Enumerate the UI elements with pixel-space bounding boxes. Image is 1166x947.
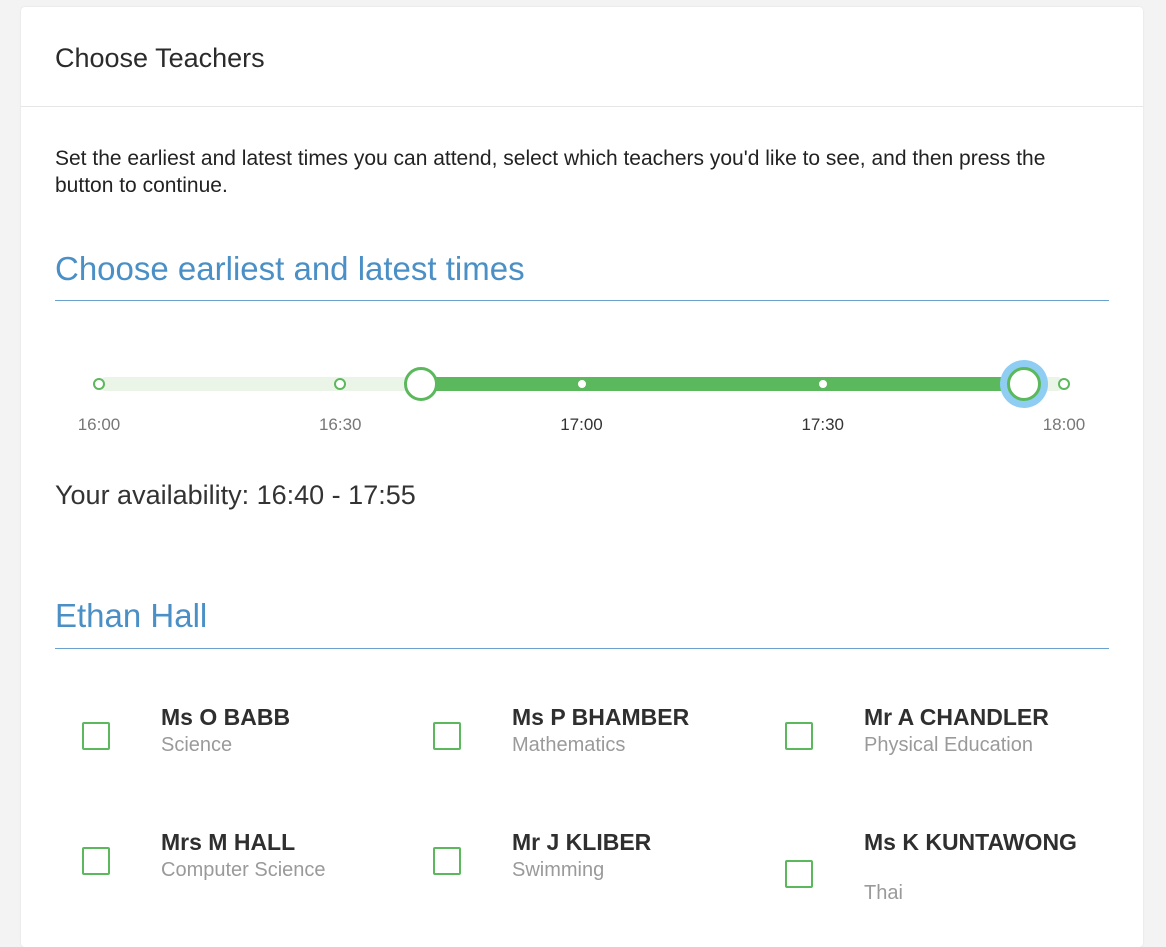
teacher-subject: Science bbox=[161, 734, 233, 756]
slider-tick-1730[interactable] bbox=[818, 380, 827, 388]
tick-label-1700: 17:00 bbox=[560, 415, 603, 434]
teacher-option[interactable]: Mrs M HALL Computer Science bbox=[82, 830, 402, 920]
slider-latest-handle[interactable] bbox=[1006, 367, 1041, 401]
teacher-option[interactable]: Ms K KUNTAWONG Thai bbox=[785, 830, 1105, 920]
time-range-slider[interactable]: 16:00 16:30 17:00 17:30 18:00 bbox=[21, 347, 1143, 457]
teacher-option[interactable]: Ms P BHAMBER Mathematics bbox=[433, 705, 753, 795]
teacher-subject: Computer Science bbox=[161, 859, 326, 881]
teacher-option[interactable]: Mr A CHANDLER Physical Education bbox=[785, 705, 1105, 795]
teacher-subject: Mathematics bbox=[512, 734, 626, 756]
slider-earliest-handle[interactable] bbox=[403, 367, 438, 401]
teacher-subject: Swimming bbox=[512, 859, 605, 881]
intro-text: Set the earliest and latest times you ca… bbox=[55, 147, 1046, 197]
card-header: Choose Teachers bbox=[21, 7, 1143, 107]
teacher-name: Ms O BABB bbox=[161, 704, 291, 730]
slider-tick-1600[interactable] bbox=[93, 378, 105, 390]
times-section-divider bbox=[55, 300, 1109, 301]
teacher-subject: Thai bbox=[864, 882, 903, 904]
teacher-checkbox[interactable] bbox=[82, 722, 110, 750]
teacher-option[interactable]: Ms O BABB Science bbox=[82, 705, 402, 795]
tick-label-1600: 16:00 bbox=[77, 415, 121, 434]
times-section-title: Choose earliest and latest times bbox=[55, 250, 525, 287]
teacher-checkbox[interactable] bbox=[433, 722, 461, 750]
tick-label-1630: 16:30 bbox=[318, 415, 362, 434]
teacher-subject: Physical Education bbox=[864, 734, 1033, 756]
slider-tick-1800[interactable] bbox=[1058, 378, 1070, 390]
teacher-checkbox[interactable] bbox=[433, 847, 461, 875]
teacher-name: Mr J KLIBER bbox=[512, 829, 652, 855]
teacher-name: Ms K KUNTAWONG bbox=[864, 829, 1077, 855]
teacher-name: Mrs M HALL bbox=[161, 829, 296, 855]
teacher-checkbox[interactable] bbox=[82, 847, 110, 875]
teacher-name: Mr A CHANDLER bbox=[864, 704, 1049, 730]
choose-teachers-card: Choose Teachers Set the earliest and lat… bbox=[21, 7, 1143, 947]
card-title: Choose Teachers bbox=[55, 43, 265, 73]
student-section-title: Ethan Hall bbox=[55, 597, 208, 634]
tick-label-1730: 17:30 bbox=[801, 415, 845, 434]
teacher-name: Ms P BHAMBER bbox=[512, 704, 690, 730]
teacher-checkbox[interactable] bbox=[785, 722, 813, 750]
teacher-checkbox[interactable] bbox=[785, 860, 813, 888]
availability-text: Your availability: 16:40 - 17:55 bbox=[55, 480, 416, 510]
tick-label-1800: 18:00 bbox=[1042, 415, 1086, 434]
student-section-divider bbox=[55, 648, 1109, 649]
teacher-option[interactable]: Mr J KLIBER Swimming bbox=[433, 830, 753, 920]
slider-selected-range bbox=[420, 377, 1024, 391]
slider-tick-1700[interactable] bbox=[577, 380, 586, 388]
